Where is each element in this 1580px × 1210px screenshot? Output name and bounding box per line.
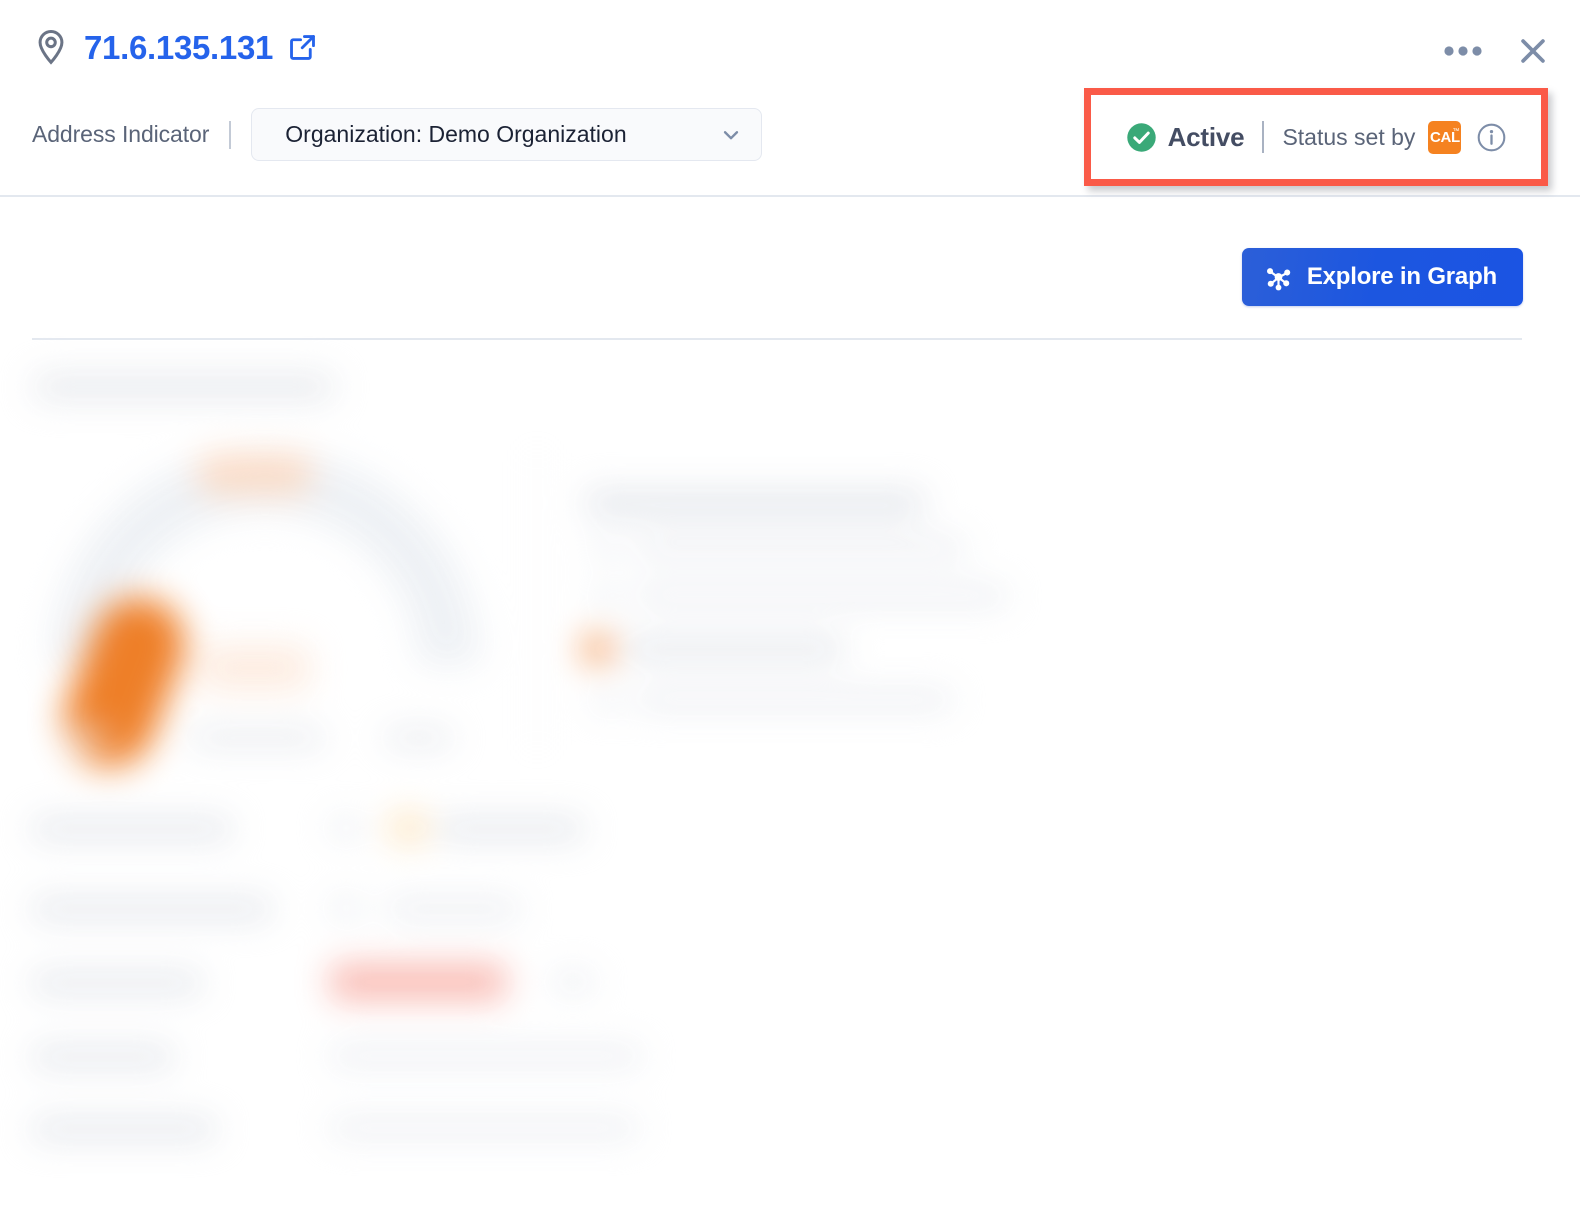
external-link-icon[interactable] <box>287 32 318 63</box>
cal-trademark-mark: ™ <box>1452 127 1460 135</box>
address-indicator-label: Address Indicator <box>32 121 210 147</box>
subtitle-row: Address Indicator Organization: Demo Org… <box>32 108 763 161</box>
cal-source-badge: CAL ™ <box>1428 120 1462 154</box>
redacted-table-value <box>438 818 584 840</box>
status-highlight-box: Active Status set by CAL ™ <box>1084 88 1548 186</box>
redacted-status-pill <box>330 964 506 1000</box>
redacted-table-label <box>32 898 272 920</box>
redacted-table-label <box>32 1118 216 1140</box>
info-icon[interactable] <box>1461 123 1506 152</box>
location-pin-icon <box>32 28 70 66</box>
action-bar: Explore in Graph <box>0 197 1580 340</box>
organization-select[interactable]: Organization: Demo Organization <box>251 108 763 161</box>
status-bar: Active Status set by CAL ™ <box>1091 95 1541 179</box>
organization-select-value: Organization: Demo Organization <box>285 121 627 147</box>
redacted-table-value <box>388 898 520 920</box>
graph-nodes-icon <box>1264 263 1293 292</box>
explore-in-graph-button[interactable]: Explore in Graph <box>1241 248 1523 306</box>
status-label: Active <box>1167 121 1245 152</box>
redacted-content-region <box>0 340 1580 1210</box>
redacted-table-value <box>330 1046 642 1066</box>
window-controls <box>1444 34 1550 68</box>
detail-panel: 71.6.135.131 Address Indicator Organizat… <box>0 0 1580 1210</box>
panel-header: 71.6.135.131 Address Indicator Organizat… <box>0 0 1580 197</box>
status-vertical-divider <box>1262 121 1265 153</box>
explore-in-graph-label: Explore in Graph <box>1306 263 1497 290</box>
redacted-table-label <box>32 1046 174 1068</box>
status-badge: Active <box>1126 122 1245 153</box>
header-vertical-divider <box>229 120 232 149</box>
title-row: 71.6.135.131 <box>32 28 318 66</box>
ip-address-title: 71.6.135.131 <box>84 28 274 66</box>
status-set-by-label: Status set by <box>1282 123 1416 150</box>
redacted-table-value <box>330 1118 638 1138</box>
close-icon[interactable] <box>1516 34 1550 68</box>
redacted-detail-table <box>0 340 1580 1210</box>
redacted-table-badge <box>390 812 426 844</box>
chevron-down-icon <box>720 124 742 146</box>
more-options-icon[interactable] <box>1444 45 1482 57</box>
redacted-table-value <box>552 972 594 992</box>
redacted-table-value <box>330 818 362 838</box>
redacted-table-label <box>32 818 232 840</box>
redacted-table-label <box>32 972 202 994</box>
check-circle-icon <box>1126 122 1157 153</box>
redacted-table-value <box>330 898 362 918</box>
